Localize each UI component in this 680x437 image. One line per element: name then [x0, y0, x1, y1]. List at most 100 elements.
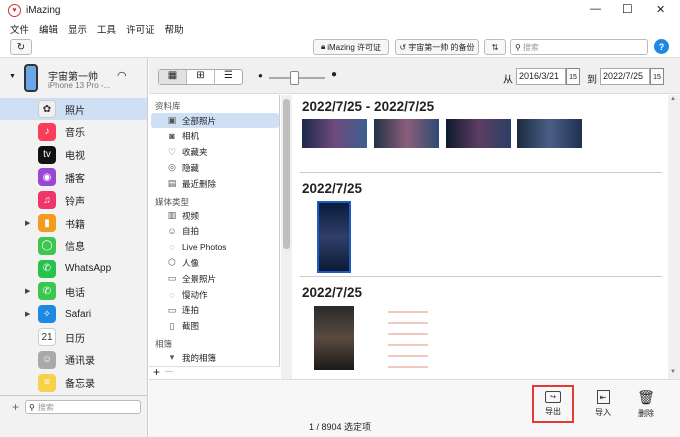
library-item-label: 连拍: [182, 305, 200, 316]
photo-thumbnail[interactable]: [374, 119, 439, 148]
sidebar-item[interactable]: ☺ 通讯录: [0, 349, 147, 371]
menu-edit[interactable]: 编辑: [39, 22, 58, 36]
search-input[interactable]: 搜索: [523, 42, 539, 53]
menu-license[interactable]: 许可证: [126, 22, 155, 36]
library-item-icon: ⬡: [168, 257, 176, 268]
sidebar-item-label: 照片: [65, 105, 85, 117]
library-item[interactable]: ◌ Live Photos: [151, 240, 279, 255]
sidebar-item[interactable]: ▶ ✧ Safari: [0, 303, 147, 325]
sidebar-item[interactable]: ✿ 照片: [0, 98, 147, 120]
trash-icon: 🗑︎: [637, 389, 655, 405]
sidebar-item[interactable]: ≡ 备忘录: [0, 372, 147, 394]
sidebar-item[interactable]: ▶ ▮ 书籍: [0, 212, 147, 234]
sidebar-item[interactable]: ▶ ✆ 电话: [0, 280, 147, 302]
sidebar-item[interactable]: ♪ 音乐: [0, 121, 147, 143]
library-scrollbar[interactable]: [281, 95, 292, 379]
photo-thumbnail[interactable]: [302, 119, 367, 148]
to-date-value[interactable]: 2022/7/25: [603, 71, 643, 81]
backup-icon: ↺: [399, 42, 407, 52]
menu-help[interactable]: 帮助: [165, 22, 184, 36]
sidebar-item[interactable]: ◯ 信息: [0, 235, 147, 257]
transfer-icon: ⇅: [491, 42, 499, 52]
library-item-label: 最近删除: [182, 178, 217, 189]
library-item[interactable]: ▯ 截图: [151, 319, 279, 334]
library-item[interactable]: ▭ 连拍: [151, 303, 279, 318]
from-date-value[interactable]: 2016/3/21: [519, 71, 559, 81]
menu-tools[interactable]: 工具: [97, 22, 116, 36]
to-date-field[interactable]: 2022/7/25: [600, 68, 650, 85]
slider-handle[interactable]: [290, 71, 299, 85]
scroll-down-arrow-icon[interactable]: ▼: [670, 369, 676, 375]
sidebar-item[interactable]: ✆ WhatsApp: [0, 258, 147, 280]
library-item[interactable]: ♡ 收藏夹: [151, 145, 279, 160]
app-icon: ✆: [38, 259, 56, 278]
refresh-button[interactable]: ↻: [10, 39, 32, 55]
library-item[interactable]: ◙ 相机: [151, 129, 279, 144]
transfer-button[interactable]: ⇅: [484, 39, 506, 55]
maximize-button[interactable]: ☐: [622, 2, 633, 16]
search-box[interactable]: ⚲ 搜索: [510, 39, 648, 55]
action-bar: ↪ 导出 ⇤ 导入 🗑︎ 删除 1 / 8904 选定项: [149, 379, 680, 437]
library-item[interactable]: ◎ 隐藏: [151, 160, 279, 175]
search-icon: ⚲: [29, 402, 35, 412]
sidebar-item[interactable]: ♫ 铃声: [0, 189, 147, 211]
expand-arrow-icon[interactable]: ▶: [25, 310, 30, 318]
library-item-icon: ♡: [167, 146, 177, 157]
remove-album-button[interactable]: —: [165, 367, 173, 376]
library-item[interactable]: ▭ 全景照片: [151, 271, 279, 286]
grid-scrollbar[interactable]: ▲ ▼: [668, 95, 680, 379]
minimize-button[interactable]: —: [590, 3, 601, 15]
menu-view[interactable]: 显示: [68, 22, 87, 36]
library-item-icon: ◌: [169, 242, 175, 253]
title-bar: ♥ iMazing — ☐ ✕: [0, 0, 680, 22]
license-button[interactable]: 🔒︎ iMazing 许可证: [313, 39, 389, 55]
photo-thumbnail[interactable]: [446, 119, 511, 148]
library-item[interactable]: ▤ 最近删除: [151, 176, 279, 191]
selected-photo-thumbnail[interactable]: [317, 201, 351, 273]
sidebar-search-input[interactable]: 搜索: [38, 402, 54, 413]
menu-file[interactable]: 文件: [10, 22, 29, 36]
library-item-label: 相机: [182, 131, 200, 142]
lock-icon: 🔒︎: [320, 42, 326, 51]
expand-device-icon[interactable]: ▼: [9, 73, 16, 80]
from-date-field[interactable]: 2016/3/21: [516, 68, 566, 85]
library-scroll-thumb[interactable]: [283, 99, 290, 249]
expand-arrow-icon[interactable]: ▶: [25, 287, 30, 295]
sidebar-item[interactable]: ◉ 播客: [0, 166, 147, 188]
to-calendar-icon[interactable]: 15: [650, 68, 664, 85]
sidebar-item[interactable]: tv 电视: [0, 144, 147, 166]
export-icon: ↪: [545, 391, 561, 403]
expand-arrow-icon[interactable]: ▶: [25, 219, 30, 227]
sidebar-search[interactable]: ⚲ 搜索: [25, 400, 141, 414]
library-item[interactable]: ☺ 自拍: [151, 224, 279, 239]
grid-small-view-icon[interactable]: ⊞: [186, 70, 215, 84]
selection-status: 1 / 8904 选定项: [309, 422, 372, 432]
backup-button[interactable]: ↺ 宇宙第一帅 的备份: [395, 39, 479, 55]
photo-thumbnail[interactable]: [388, 306, 428, 370]
device-header[interactable]: ▼ 宇宙第一帅 iPhone 13 Pro -... ◠: [0, 58, 147, 98]
add-device-button[interactable]: +: [12, 400, 19, 414]
list-view-icon[interactable]: ☰: [215, 70, 242, 84]
wifi-icon: ◠: [117, 70, 127, 82]
photo-thumbnail[interactable]: [314, 306, 354, 370]
help-button[interactable]: ?: [654, 39, 669, 54]
import-button[interactable]: ⇤ 导入: [582, 385, 624, 423]
library-item[interactable]: ▥ 视频: [151, 208, 279, 223]
export-button[interactable]: ↪ 导出: [532, 385, 574, 423]
sidebar-footer: + ⚲ 搜索: [0, 395, 147, 437]
library-item-icon: ▯: [169, 320, 175, 331]
from-calendar-icon[interactable]: 15: [566, 68, 580, 85]
add-album-button[interactable]: +: [153, 365, 160, 379]
grid-large-view-icon[interactable]: ▦: [159, 70, 186, 84]
library-item[interactable]: ▾ 我的相簿: [151, 350, 279, 365]
library-item[interactable]: ◌ 慢动作: [151, 287, 279, 302]
delete-button[interactable]: 🗑︎ 删除: [625, 385, 667, 423]
delete-label: 删除: [638, 409, 654, 418]
scroll-up-arrow-icon[interactable]: ▲: [670, 96, 676, 102]
photo-thumbnail[interactable]: [517, 119, 582, 148]
close-button[interactable]: ✕: [656, 3, 665, 16]
library-item[interactable]: ▣ 全部照片: [151, 113, 279, 128]
app-icon: ◯: [38, 236, 56, 255]
library-item[interactable]: ⬡ 人像: [151, 255, 279, 270]
sidebar-item[interactable]: 21 日历: [0, 326, 147, 348]
